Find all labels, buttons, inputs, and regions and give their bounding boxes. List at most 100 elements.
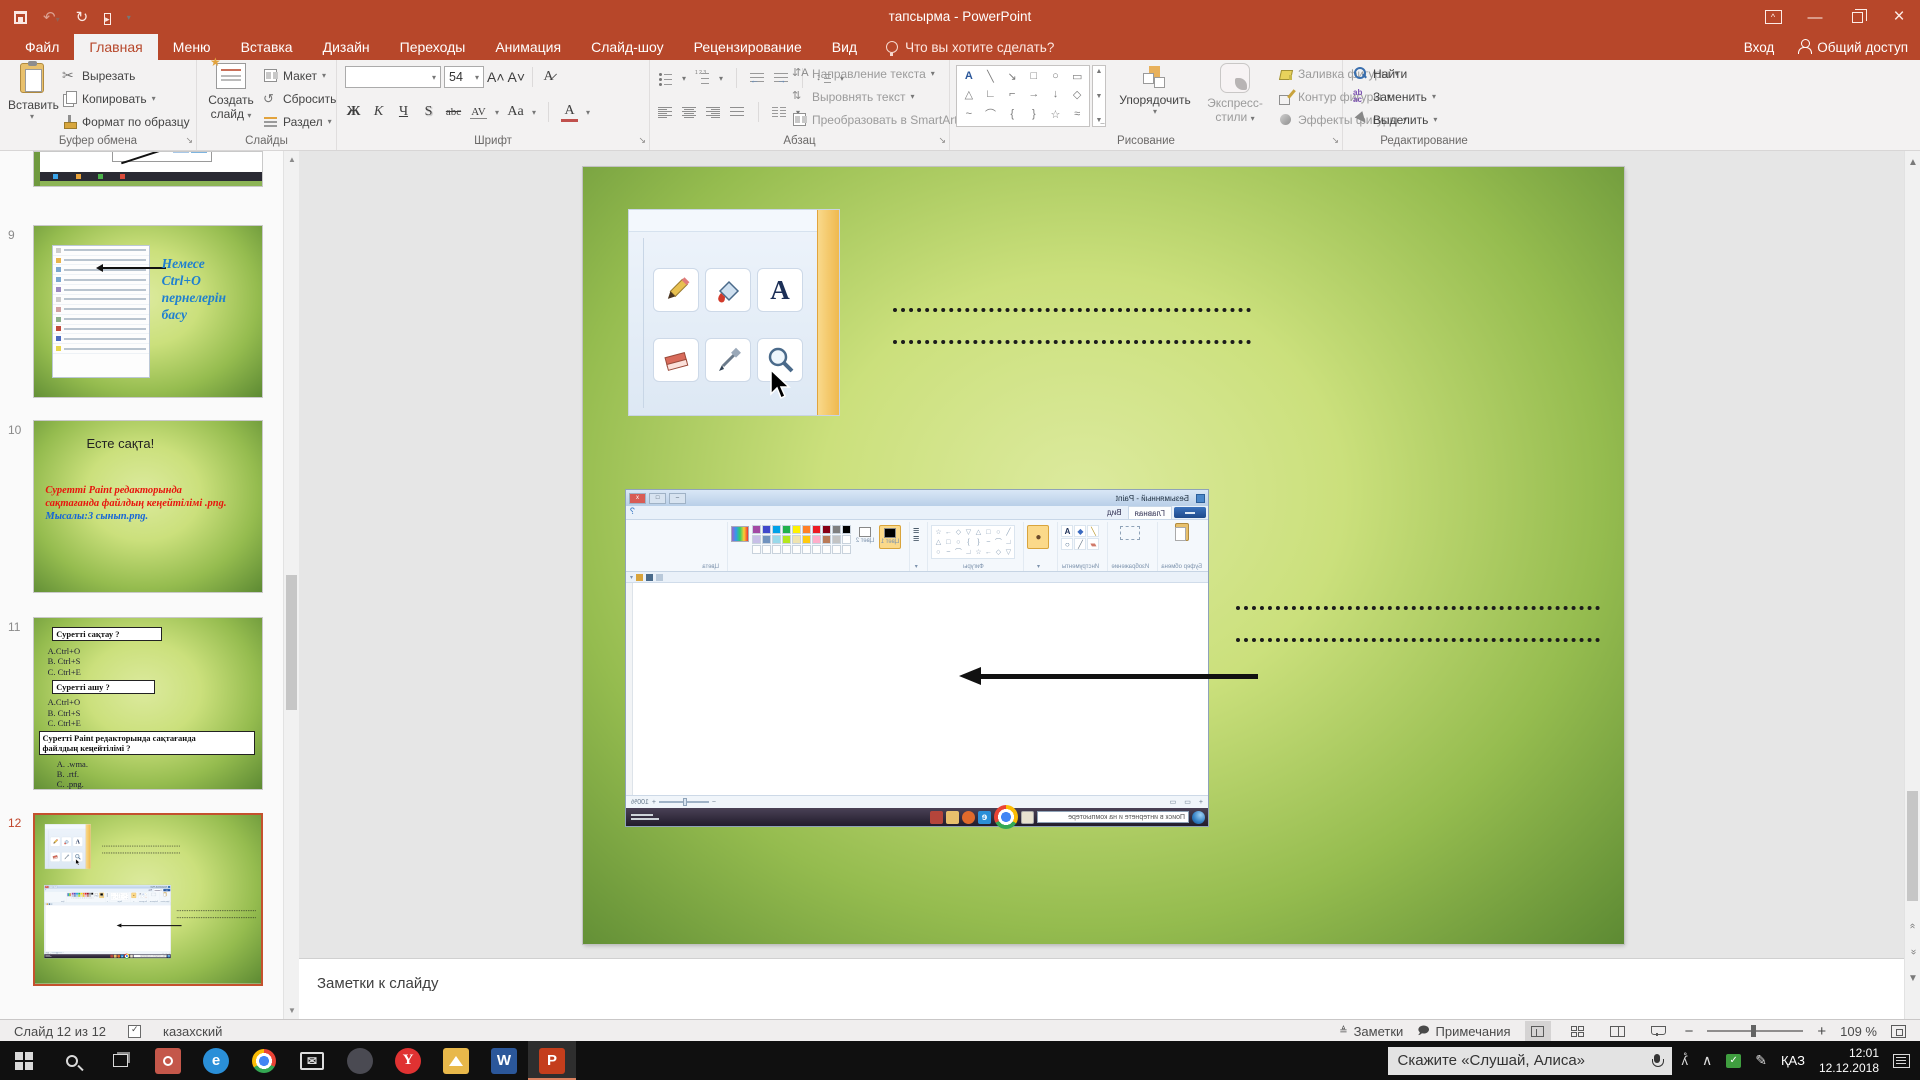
replace-button[interactable]: abacЗаменить▾	[1353, 89, 1436, 104]
cut-button[interactable]: ✂Вырезать	[62, 68, 135, 83]
shape-icon[interactable]: A	[965, 70, 973, 82]
font-dialog-launcher[interactable]: ↘	[638, 135, 646, 146]
share-button[interactable]: Общий доступ	[1798, 39, 1908, 55]
shape-icon[interactable]: ☆	[1051, 108, 1061, 121]
language-indicator[interactable]: казахский	[163, 1024, 222, 1039]
tray-person-icon[interactable]: ʎ̊	[1682, 1053, 1689, 1068]
tab-view[interactable]: Вид	[817, 34, 872, 60]
paste-button[interactable]: Вставить ▾	[8, 63, 56, 121]
thumbnail-slide-11[interactable]: Суретті сақтау ? A.Ctrl+O B. Ctrl+S C. C…	[33, 617, 263, 790]
view-slide-sorter-button[interactable]	[1565, 1021, 1591, 1041]
view-slideshow-button[interactable]	[1645, 1021, 1671, 1041]
close-button[interactable]: ×	[1878, 0, 1920, 34]
shape-icon[interactable]: △	[965, 88, 973, 101]
strikethrough-button[interactable]: abc	[445, 106, 462, 118]
shape-icon[interactable]: ◇	[1073, 88, 1081, 101]
notes-pane[interactable]: Заметки к слайду	[299, 958, 1904, 1019]
justify-icon[interactable]	[730, 105, 745, 120]
view-reading-button[interactable]	[1605, 1021, 1631, 1041]
taskbar-app-edge[interactable]: e	[192, 1041, 240, 1080]
convert-smartart-button[interactable]: Преобразовать в SmartArt▾	[792, 112, 967, 127]
slide-canvas[interactable]: A Безымянный - Paint – □ x Главная Вид ?	[583, 167, 1624, 944]
taskbar-app-yandex[interactable]: Y	[384, 1041, 432, 1080]
layout-button[interactable]: Макет▾	[263, 68, 326, 83]
thumb-scroll-down-icon[interactable]: ▼	[284, 1002, 300, 1019]
notes-toggle[interactable]: ≜Заметки	[1339, 1024, 1403, 1039]
shape-icon[interactable]: ~	[966, 108, 972, 120]
align-text-button[interactable]: ⇅Выровнять текст▾	[792, 89, 915, 104]
start-button[interactable]	[0, 1041, 48, 1080]
taskbar-clock[interactable]: 12:01 12.12.2018	[1819, 1046, 1879, 1076]
spellcheck-icon[interactable]	[128, 1025, 141, 1038]
shape-icon[interactable]: ╲	[987, 70, 994, 83]
columns-icon[interactable]	[772, 105, 787, 120]
tab-file[interactable]: Файл	[10, 34, 74, 60]
language-switch[interactable]: ҚАЗ	[1781, 1053, 1805, 1068]
thumbnail-slide-10[interactable]: Есте сақта! Суретті Paint редакторында с…	[33, 420, 263, 593]
decrease-indent-icon[interactable]	[750, 71, 765, 86]
sign-in-link[interactable]: Вход	[1744, 40, 1775, 55]
tray-chevron-icon[interactable]: ∧	[1702, 1052, 1712, 1069]
taskbar-app-powerpoint[interactable]: P	[528, 1041, 576, 1080]
shape-icon[interactable]: ⌒	[985, 106, 996, 122]
taskbar-search-button[interactable]	[48, 1041, 96, 1080]
shape-icon[interactable]: ∟	[985, 88, 996, 100]
shape-icon[interactable]: →	[1028, 88, 1039, 100]
clear-formatting-button[interactable]: A̷	[540, 69, 557, 85]
slide-canvas[interactable]: A Безымянный - Paint – □ x Главная Вид ?	[35, 815, 261, 984]
tab-review[interactable]: Рецензирование	[679, 34, 817, 60]
alisa-search-box[interactable]: Скажите «Слушай, Алиса»	[1388, 1047, 1672, 1075]
taskbar-app-mail[interactable]: ✉	[288, 1041, 336, 1080]
fit-to-window-icon[interactable]	[1891, 1025, 1906, 1038]
font-size-combo[interactable]: 54▾	[444, 66, 484, 88]
main-scrollbar-thumb[interactable]	[1907, 791, 1918, 901]
shapes-gallery[interactable]: A╲↘□○▭△∟⌐→↓◇~⌒{}☆≈	[956, 65, 1090, 127]
quick-styles-button[interactable]: Экспресс- стили ▾	[1198, 63, 1272, 124]
task-view-button[interactable]	[96, 1041, 144, 1080]
taskbar-app-word[interactable]: W	[480, 1041, 528, 1080]
zoom-level[interactable]: 109 %	[1840, 1024, 1877, 1039]
shapes-gallery-scroll[interactable]: ▲▼▼̲	[1092, 65, 1106, 127]
tray-pen-icon[interactable]: ✎	[1755, 1052, 1767, 1069]
arrange-button[interactable]: Упорядочить ▾	[1114, 63, 1196, 116]
tab-animations[interactable]: Анимация	[480, 34, 576, 60]
change-case-button[interactable]: Aa	[507, 104, 524, 120]
drawing-dialog-launcher[interactable]: ↘	[1331, 135, 1339, 146]
taskbar-app-chrome[interactable]	[240, 1041, 288, 1080]
copy-button[interactable]: Копировать▾	[62, 91, 156, 106]
zoom-out-button[interactable]: −	[1685, 1023, 1694, 1040]
align-center-icon[interactable]	[682, 105, 697, 120]
reset-button[interactable]: ↺Сбросить	[263, 91, 336, 106]
restore-button[interactable]	[1836, 0, 1878, 34]
taskbar-app-people[interactable]	[144, 1041, 192, 1080]
font-name-combo[interactable]: ▾	[345, 66, 441, 88]
new-slide-button[interactable]: Создать слайд ▾	[203, 63, 259, 121]
bold-button[interactable]: Ж	[345, 104, 362, 120]
zoom-slider[interactable]	[1707, 1030, 1803, 1032]
notification-center-icon[interactable]	[1893, 1054, 1910, 1068]
bullets-icon[interactable]	[658, 71, 673, 86]
paragraph-dialog-launcher[interactable]: ↘	[938, 135, 946, 146]
view-normal-button[interactable]	[1525, 1021, 1551, 1041]
shape-icon[interactable]: {	[1010, 108, 1014, 120]
find-button[interactable]: Найти	[1353, 66, 1407, 81]
tab-transitions[interactable]: Переходы	[385, 34, 481, 60]
shrink-font-button[interactable]: A˅	[508, 69, 526, 85]
taskbar-app-photos[interactable]	[432, 1041, 480, 1080]
tab-insert[interactable]: Вставка	[226, 34, 308, 60]
thumb-scroll-up-icon[interactable]: ▲	[284, 151, 300, 168]
thumbnail-slide-9[interactable]: Немесе Ctrl+O пернелерін басу	[33, 225, 263, 398]
thumbnail-scrollbar[interactable]: ▲ ▼	[283, 151, 299, 1019]
tab-home[interactable]: Главная	[74, 34, 157, 60]
align-right-icon[interactable]	[706, 105, 721, 120]
numbering-icon[interactable]	[695, 71, 710, 86]
minimize-button[interactable]: —	[1794, 0, 1836, 34]
select-button[interactable]: Выделить▾	[1353, 112, 1437, 127]
zoom-in-button[interactable]: +	[1817, 1023, 1826, 1040]
shape-icon[interactable]: ↓	[1053, 88, 1059, 100]
comments-toggle[interactable]: 🗩Примечания	[1417, 1022, 1510, 1041]
format-painter-button[interactable]: Формат по образцу	[62, 114, 190, 129]
tab-design[interactable]: Дизайн	[308, 34, 385, 60]
shape-icon[interactable]: ▭	[1072, 70, 1082, 83]
shape-icon[interactable]: ⌐	[1009, 88, 1015, 100]
